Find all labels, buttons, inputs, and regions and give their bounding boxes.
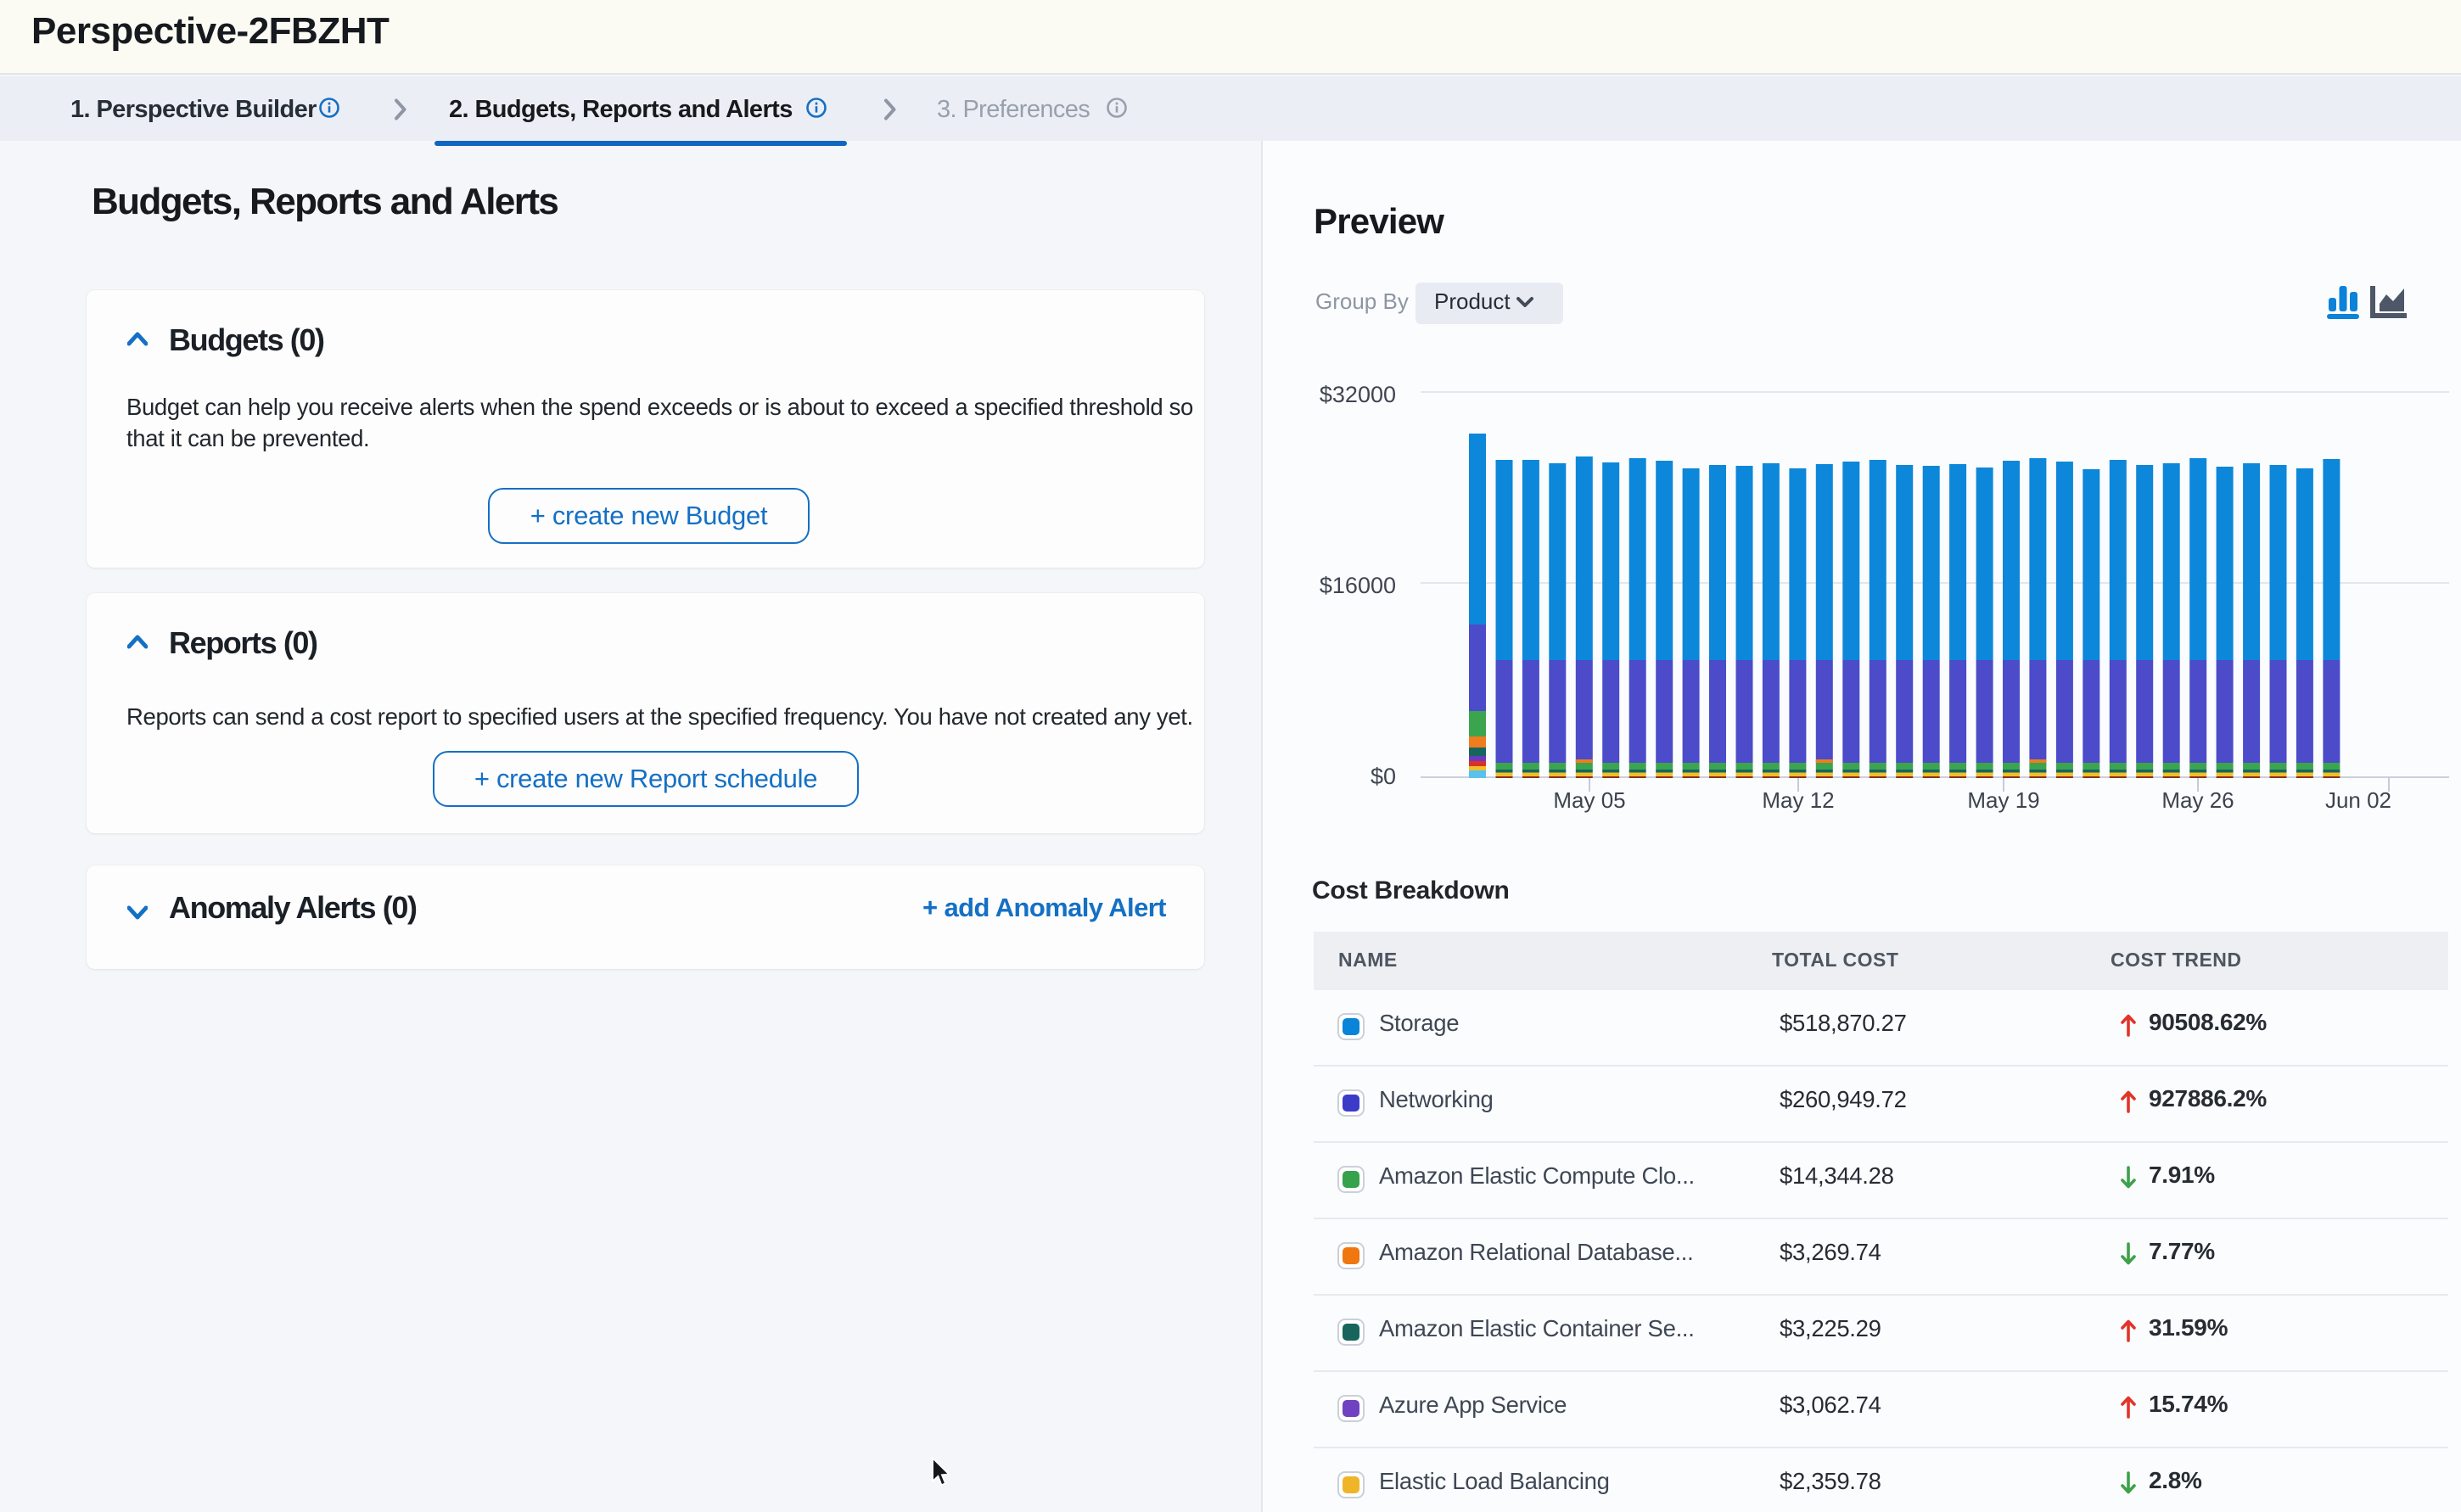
- svg-text:$0: $0: [1371, 764, 1396, 789]
- svg-text:$32000: $32000: [1320, 382, 1396, 407]
- svg-text:May 19: May 19: [1967, 787, 2039, 813]
- svg-text:May 12: May 12: [1762, 787, 1834, 813]
- svg-text:$16000: $16000: [1320, 573, 1396, 598]
- svg-text:Jun 02: Jun 02: [2325, 787, 2391, 813]
- svg-text:May 05: May 05: [1553, 787, 1625, 813]
- svg-text:May 26: May 26: [2161, 787, 2234, 813]
